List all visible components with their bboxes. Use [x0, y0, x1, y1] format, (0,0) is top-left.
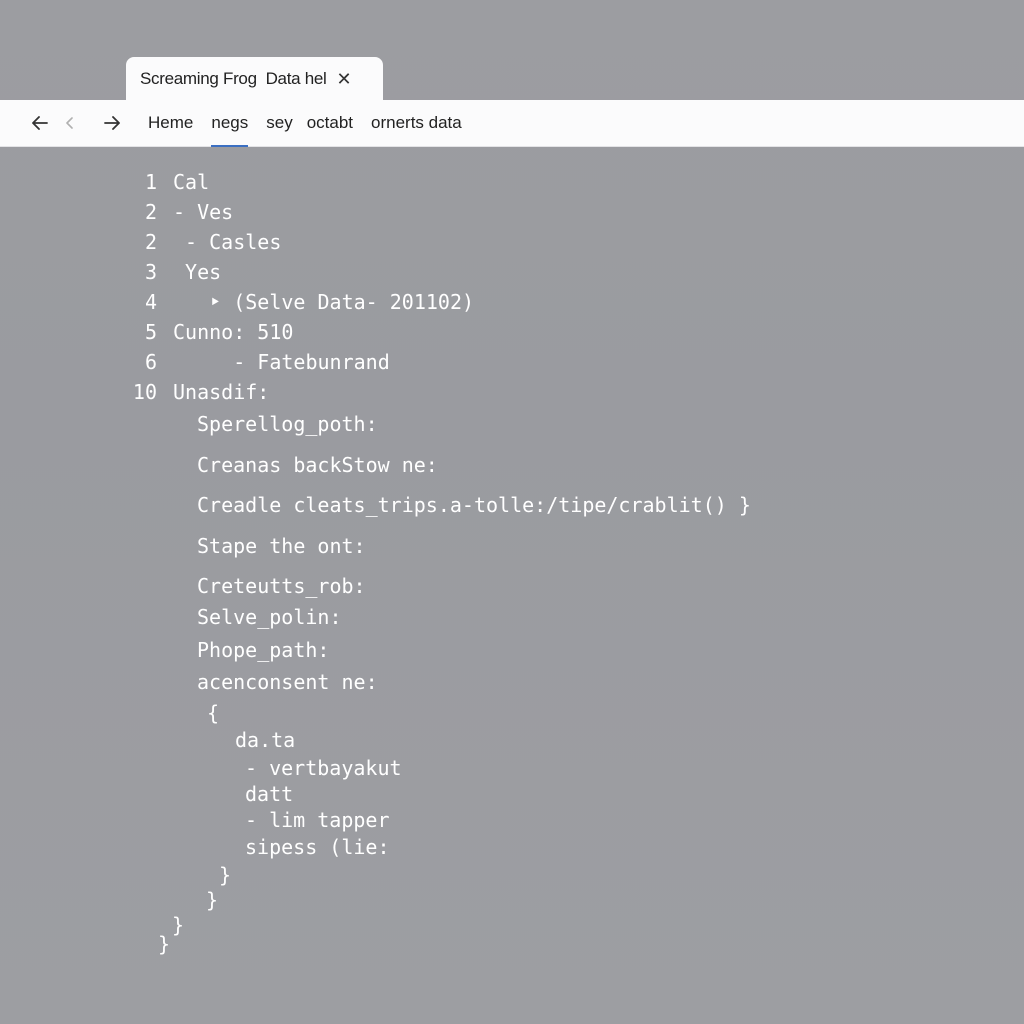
code-line: }	[172, 913, 185, 937]
code-line: Yes	[173, 260, 222, 284]
code-line: - Ves	[173, 200, 234, 224]
forward-arrow-icon[interactable]	[100, 111, 124, 135]
code-line: Cal	[173, 170, 210, 194]
code-line: - vertbayakut	[245, 756, 402, 780]
code-line: Phope_path:	[197, 638, 330, 662]
code-line: Stape the ont:	[197, 534, 366, 558]
code-line: }	[158, 932, 171, 956]
line-number: 2	[144, 200, 157, 224]
code-line: acenconsent ne:	[197, 670, 378, 694]
line-number: 10	[132, 380, 157, 404]
browser-tab[interactable]: Screaming Frog Data hel ✕	[126, 57, 383, 101]
app-window: Screaming Frog Data hel ✕ Heme negs sey …	[0, 0, 1024, 1024]
code-line: {	[207, 701, 220, 725]
menu-bar: Heme negs sey octabt ornerts data	[148, 100, 480, 147]
code-line: datt	[245, 782, 294, 806]
code-line: }	[219, 863, 232, 887]
menu-item-heme[interactable]: Heme	[148, 100, 193, 147]
toolbar: Heme negs sey octabt ornerts data	[0, 100, 1024, 147]
code-view: 1 Cal 2 - Ves 2 - Casles 3 Yes 4 ‣ (Selv…	[0, 0, 1024, 1024]
line-number: 2	[144, 230, 157, 254]
menu-item-ornerts-data[interactable]: ornerts data	[371, 100, 462, 147]
line-number: 4	[144, 290, 157, 314]
close-icon[interactable]: ✕	[337, 69, 352, 90]
code-line: - Fatebunrand	[173, 350, 390, 374]
tab-title: Screaming Frog Data hel	[140, 69, 327, 88]
code-line: - Casles	[173, 230, 282, 254]
line-number: 3	[144, 260, 157, 284]
line-number: 5	[144, 320, 157, 344]
code-line: Unasdif:	[173, 380, 270, 404]
code-line: Creteutts_rob:	[197, 574, 366, 598]
line-number: 1	[144, 170, 157, 194]
code-line: Creadle cleats_trips.a-tolle:/tipe/crabl…	[197, 493, 751, 517]
chevron-left-icon[interactable]	[58, 111, 82, 135]
code-line: Cunno: 510	[173, 320, 294, 344]
code-line: ‣ (Selve Data- 201102)	[173, 290, 475, 314]
code-line: da.ta	[235, 728, 296, 752]
menu-item-octabt[interactable]: octabt	[307, 100, 353, 147]
back-arrow-icon[interactable]	[28, 111, 52, 135]
code-line: }	[206, 888, 219, 912]
code-line: - lim tapper	[245, 808, 390, 832]
code-line: Selve_polin:	[197, 605, 342, 629]
line-number: 6	[144, 350, 157, 374]
code-line: sipess (lie:	[245, 835, 390, 859]
code-line: Creanas backStow ne:	[197, 453, 438, 477]
menu-item-negs[interactable]: negs	[211, 100, 248, 147]
menu-item-sey[interactable]: sey	[266, 100, 292, 147]
code-line: Sperellog_poth:	[197, 412, 378, 436]
